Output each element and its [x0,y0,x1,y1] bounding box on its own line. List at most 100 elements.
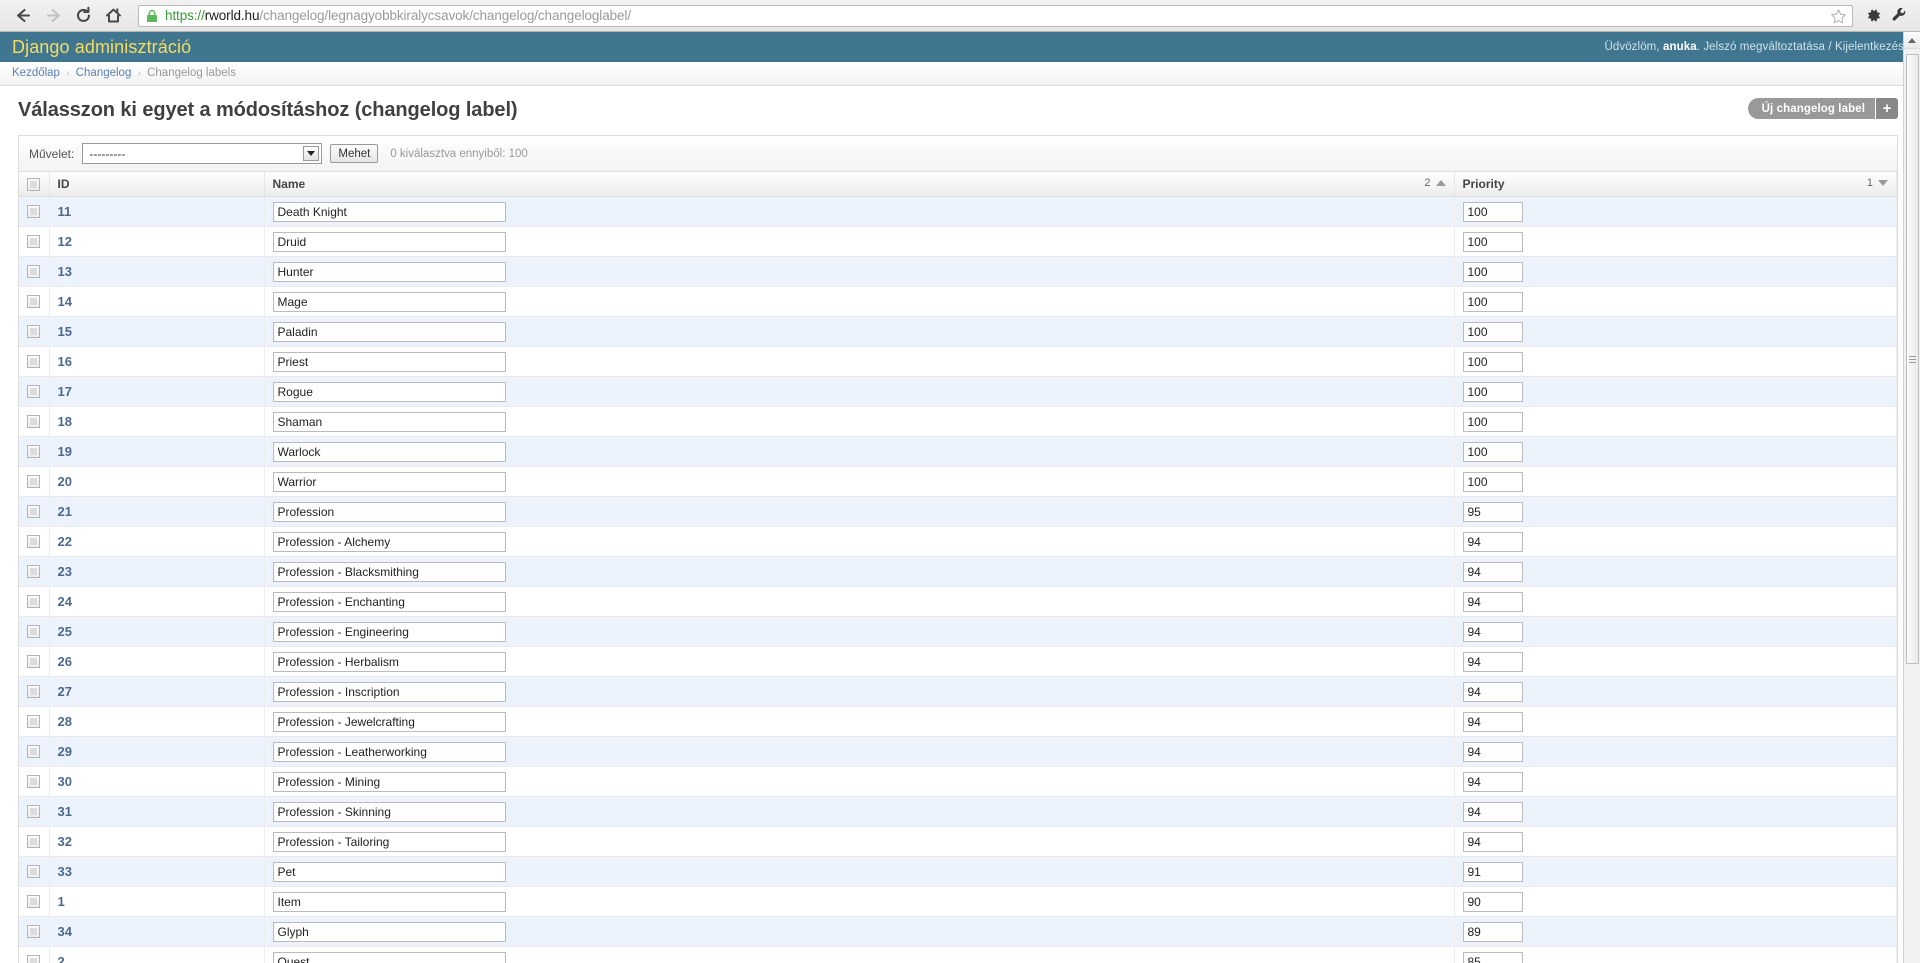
priority-input[interactable] [1462,501,1523,522]
home-icon[interactable] [98,3,128,29]
row-select-checkbox[interactable] [27,775,40,788]
name-input[interactable] [272,621,506,642]
row-id-link[interactable]: 30 [58,774,72,789]
name-input[interactable] [272,741,506,762]
row-select-checkbox[interactable] [27,325,40,338]
priority-input[interactable] [1462,261,1523,282]
row-id-link[interactable]: 23 [58,564,72,579]
row-select-checkbox[interactable] [27,835,40,848]
action-select[interactable]: --------- [82,143,323,164]
name-input[interactable] [272,591,506,612]
name-input[interactable] [272,201,506,222]
row-id-link[interactable]: 14 [58,294,72,309]
row-select-checkbox[interactable] [27,385,40,398]
priority-input[interactable] [1462,831,1523,852]
row-select-cell[interactable] [19,736,50,767]
row-id-link[interactable]: 17 [58,384,72,399]
row-id-link[interactable]: 21 [58,504,72,519]
row-select-checkbox[interactable] [27,265,40,278]
row-select-checkbox[interactable] [27,445,40,458]
row-select-checkbox[interactable] [27,745,40,758]
name-input[interactable] [272,381,506,402]
row-id-link[interactable]: 34 [58,924,72,939]
row-select-checkbox[interactable] [27,655,40,668]
priority-input[interactable] [1462,321,1523,342]
name-input[interactable] [272,531,506,552]
row-select-checkbox[interactable] [27,205,40,218]
row-id-link[interactable]: 13 [58,264,72,279]
wrench-icon[interactable] [1886,3,1912,29]
row-select-cell[interactable] [19,526,50,557]
name-input[interactable] [272,411,506,432]
name-input[interactable] [272,291,506,312]
name-input[interactable] [272,771,506,792]
row-select-cell[interactable] [19,886,50,917]
row-id-link[interactable]: 32 [58,834,72,849]
forward-icon[interactable] [38,3,68,29]
row-select-checkbox[interactable] [27,565,40,578]
row-select-cell[interactable] [19,226,50,257]
priority-input[interactable] [1462,951,1523,963]
select-all-checkbox[interactable] [27,177,40,191]
scroll-up-icon[interactable] [1904,32,1920,49]
row-id-link[interactable]: 16 [58,354,72,369]
row-select-cell[interactable] [19,826,50,857]
priority-input[interactable] [1462,621,1523,642]
priority-input[interactable] [1462,861,1523,882]
row-select-checkbox[interactable] [27,535,40,548]
row-select-cell[interactable] [19,196,50,227]
logout-link[interactable]: Kijelentkezés [1835,41,1904,53]
row-id-link[interactable]: 12 [58,234,72,249]
row-id-link[interactable]: 2 [58,954,65,963]
row-select-checkbox[interactable] [27,415,40,428]
row-select-checkbox[interactable] [27,295,40,308]
name-input[interactable] [272,951,506,963]
name-input[interactable] [272,651,506,672]
row-select-cell[interactable] [19,436,50,467]
row-id-link[interactable]: 25 [58,624,72,639]
row-id-link[interactable]: 20 [58,474,72,489]
row-id-link[interactable]: 31 [58,804,72,819]
row-select-cell[interactable] [19,766,50,797]
row-select-cell[interactable] [19,946,50,963]
row-select-cell[interactable] [19,286,50,317]
name-input[interactable] [272,801,506,822]
name-input[interactable] [272,321,506,342]
name-input[interactable] [272,231,506,252]
breadcrumb-item-changelog[interactable]: Changelog [76,67,132,79]
plus-icon[interactable]: + [1876,98,1898,119]
row-id-link[interactable]: 26 [58,654,72,669]
row-select-checkbox[interactable] [27,595,40,608]
priority-input[interactable] [1462,711,1523,732]
row-select-cell[interactable] [19,256,50,287]
priority-input[interactable] [1462,471,1523,492]
row-select-checkbox[interactable] [27,235,40,248]
row-select-cell[interactable] [19,586,50,617]
row-select-cell[interactable] [19,316,50,347]
priority-input[interactable] [1462,531,1523,552]
priority-input[interactable] [1462,441,1523,462]
vertical-scrollbar[interactable] [1903,32,1920,963]
sort-indicator-priority[interactable]: 1 [1867,177,1888,189]
column-header-select-all[interactable] [19,172,50,197]
row-select-cell[interactable] [19,466,50,497]
row-select-cell[interactable] [19,406,50,437]
row-select-checkbox[interactable] [27,715,40,728]
row-id-link[interactable]: 19 [58,444,72,459]
back-icon[interactable] [8,3,38,29]
gear-icon[interactable] [1860,3,1886,29]
row-id-link[interactable]: 18 [58,414,72,429]
row-id-link[interactable]: 27 [58,684,72,699]
priority-input[interactable] [1462,921,1523,942]
chevron-down-icon[interactable] [303,146,320,161]
row-select-cell[interactable] [19,616,50,647]
row-select-checkbox[interactable] [27,865,40,878]
priority-input[interactable] [1462,231,1523,252]
breadcrumb-item-home[interactable]: Kezdőlap [12,67,60,79]
row-select-cell[interactable] [19,856,50,887]
name-input[interactable] [272,261,506,282]
name-input[interactable] [272,441,506,462]
priority-input[interactable] [1462,591,1523,612]
name-input[interactable] [272,891,506,912]
name-input[interactable] [272,471,506,492]
